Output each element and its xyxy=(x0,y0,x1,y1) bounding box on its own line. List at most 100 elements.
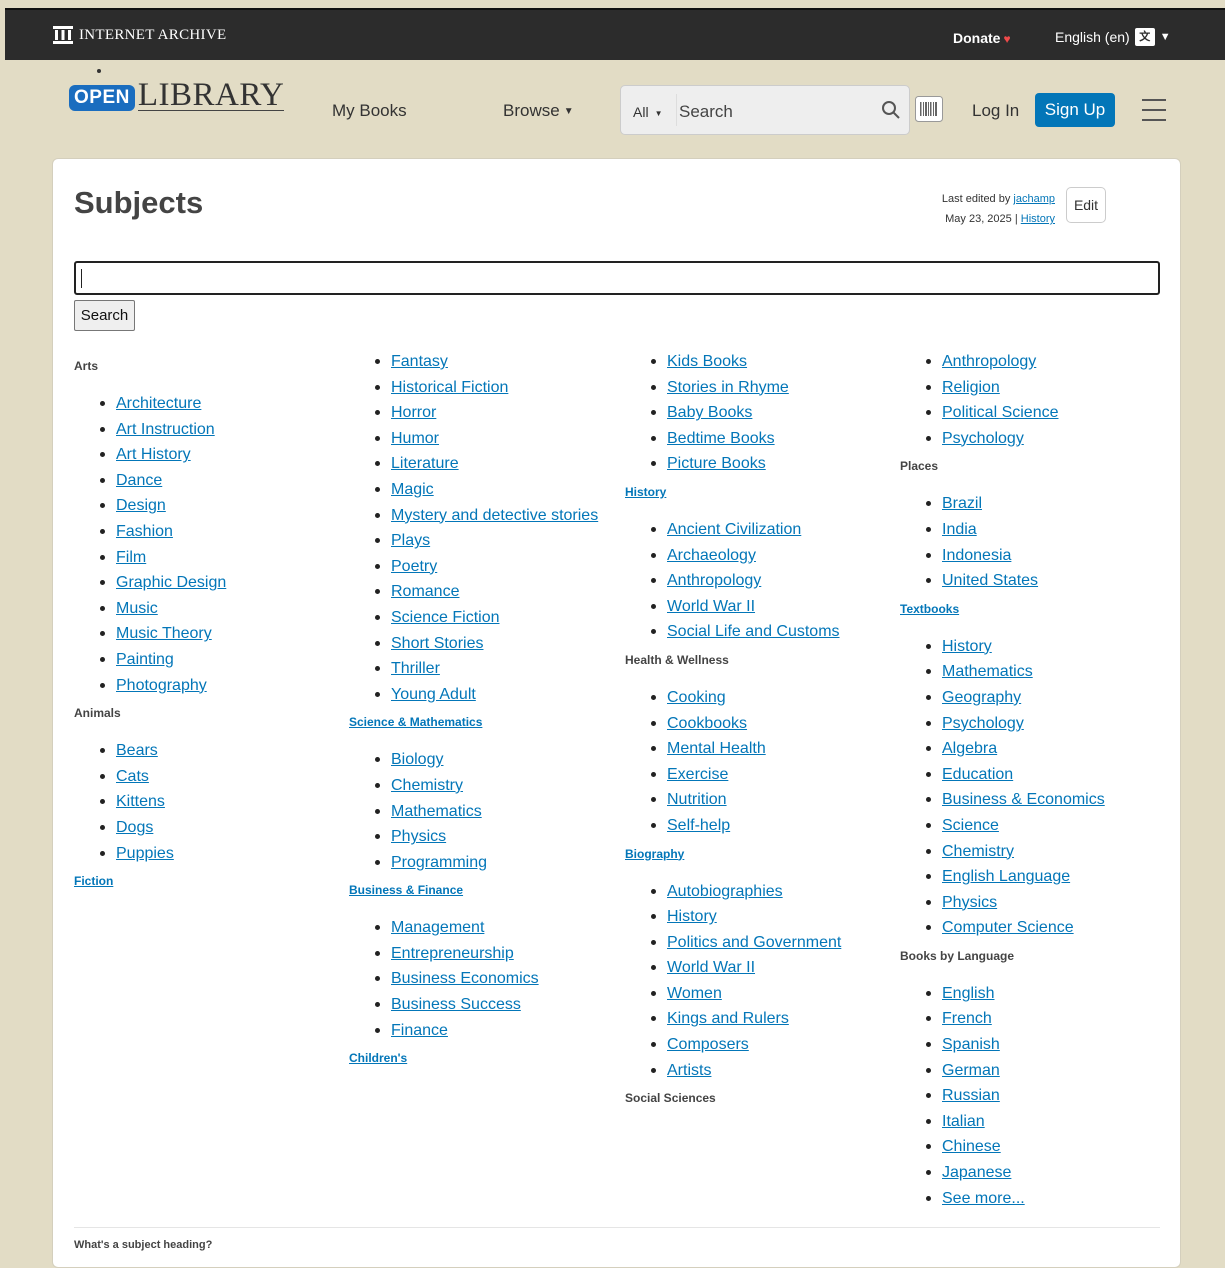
search-scope-select[interactable]: All ▼ xyxy=(633,104,662,120)
editor-user-link[interactable]: jachamp xyxy=(1013,193,1055,205)
subject-link-magic[interactable]: Magic xyxy=(391,481,434,498)
subject-link-mystery-and-detective-stories[interactable]: Mystery and detective stories xyxy=(391,507,598,524)
subject-link-management[interactable]: Management xyxy=(391,919,484,936)
subject-link-education[interactable]: Education xyxy=(942,766,1013,783)
subject-link-chinese[interactable]: Chinese xyxy=(942,1138,1001,1155)
subject-link-young-adult[interactable]: Young Adult xyxy=(391,686,476,703)
subject-link-nutrition[interactable]: Nutrition xyxy=(667,791,727,808)
subject-link-social-life-and-customs[interactable]: Social Life and Customs xyxy=(667,623,840,640)
category-heading-biography[interactable]: Biography xyxy=(625,845,885,863)
subject-link-baby-books[interactable]: Baby Books xyxy=(667,404,752,421)
open-library-logo[interactable]: OPEN LIBRARY xyxy=(69,69,285,112)
subject-link-graphic-design[interactable]: Graphic Design xyxy=(116,574,226,591)
subject-link-history[interactable]: History xyxy=(942,638,992,655)
my-books-link[interactable]: My Books xyxy=(332,101,407,121)
subject-link-kittens[interactable]: Kittens xyxy=(116,793,165,810)
subject-link-german[interactable]: German xyxy=(942,1062,1000,1079)
subject-search-input[interactable] xyxy=(74,261,1160,295)
subject-link-finance[interactable]: Finance xyxy=(391,1022,448,1039)
subject-link-stories-in-rhyme[interactable]: Stories in Rhyme xyxy=(667,379,789,396)
login-link[interactable]: Log In xyxy=(972,101,1019,121)
history-link[interactable]: History xyxy=(1021,213,1055,225)
subject-link-world-war-ii[interactable]: World War II xyxy=(667,598,755,615)
subject-link-business-success[interactable]: Business Success xyxy=(391,996,521,1013)
subject-link-see-more[interactable]: See more... xyxy=(942,1190,1025,1207)
category-heading-textbooks[interactable]: Textbooks xyxy=(900,600,1160,618)
donate-link[interactable]: Donate ♥ xyxy=(953,30,1011,46)
subject-link-japanese[interactable]: Japanese xyxy=(942,1164,1011,1181)
signup-button[interactable]: Sign Up xyxy=(1035,93,1115,127)
subject-link-archaeology[interactable]: Archaeology xyxy=(667,547,756,564)
subject-link-puppies[interactable]: Puppies xyxy=(116,845,174,862)
subject-link-physics[interactable]: Physics xyxy=(942,894,997,911)
subject-link-architecture[interactable]: Architecture xyxy=(116,395,201,412)
subject-link-poetry[interactable]: Poetry xyxy=(391,558,437,575)
subject-link-chemistry[interactable]: Chemistry xyxy=(391,777,463,794)
subject-link-cats[interactable]: Cats xyxy=(116,768,149,785)
subject-link-bears[interactable]: Bears xyxy=(116,742,158,759)
subject-link-kings-and-rulers[interactable]: Kings and Rulers xyxy=(667,1010,789,1027)
barcode-scanner-icon[interactable] xyxy=(915,96,943,127)
subject-link-business-economics[interactable]: Business Economics xyxy=(391,970,539,987)
subject-link-anthropology[interactable]: Anthropology xyxy=(942,353,1036,370)
subject-link-brazil[interactable]: Brazil xyxy=(942,495,982,512)
category-heading-children-s[interactable]: Children's xyxy=(349,1049,609,1067)
subject-link-business-and-economics[interactable]: Business & Economics xyxy=(942,791,1105,808)
subject-link-italian[interactable]: Italian xyxy=(942,1113,985,1130)
subject-link-painting[interactable]: Painting xyxy=(116,651,174,668)
subject-link-english[interactable]: English xyxy=(942,985,994,1002)
subject-link-self-help[interactable]: Self-help xyxy=(667,817,730,834)
subject-link-design[interactable]: Design xyxy=(116,497,166,514)
subject-link-plays[interactable]: Plays xyxy=(391,532,430,549)
subject-link-russian[interactable]: Russian xyxy=(942,1087,1000,1104)
subject-link-computer-science[interactable]: Computer Science xyxy=(942,919,1074,936)
subject-link-algebra[interactable]: Algebra xyxy=(942,740,997,757)
language-selector[interactable]: English (en) 文 ▼ xyxy=(1055,28,1171,46)
subject-link-entrepreneurship[interactable]: Entrepreneurship xyxy=(391,945,514,962)
category-heading-fiction[interactable]: Fiction xyxy=(74,872,334,890)
subject-link-indonesia[interactable]: Indonesia xyxy=(942,547,1011,564)
subject-link-bedtime-books[interactable]: Bedtime Books xyxy=(667,430,775,447)
subject-link-science[interactable]: Science xyxy=(942,817,999,834)
subject-link-geography[interactable]: Geography xyxy=(942,689,1021,706)
subject-link-programming[interactable]: Programming xyxy=(391,854,487,871)
subject-link-art-instruction[interactable]: Art Instruction xyxy=(116,421,215,438)
subject-link-mathematics[interactable]: Mathematics xyxy=(942,663,1033,680)
subject-link-humor[interactable]: Humor xyxy=(391,430,439,447)
subject-link-cooking[interactable]: Cooking xyxy=(667,689,726,706)
subject-link-physics[interactable]: Physics xyxy=(391,828,446,845)
edit-button[interactable]: Edit xyxy=(1066,187,1106,223)
subject-link-romance[interactable]: Romance xyxy=(391,583,459,600)
subject-link-fashion[interactable]: Fashion xyxy=(116,523,173,540)
subject-link-ancient-civilization[interactable]: Ancient Civilization xyxy=(667,521,801,538)
subject-link-composers[interactable]: Composers xyxy=(667,1036,749,1053)
category-heading-business-and-finance[interactable]: Business & Finance xyxy=(349,881,609,899)
internet-archive-logo[interactable]: INTERNET ARCHIVE xyxy=(53,26,226,44)
search-icon[interactable] xyxy=(881,100,901,125)
subject-link-religion[interactable]: Religion xyxy=(942,379,1000,396)
browse-menu[interactable]: Browse ▼ xyxy=(503,101,574,121)
subject-link-music-theory[interactable]: Music Theory xyxy=(116,625,212,642)
subject-link-cookbooks[interactable]: Cookbooks xyxy=(667,715,747,732)
subject-link-india[interactable]: India xyxy=(942,521,977,538)
subject-link-art-history[interactable]: Art History xyxy=(116,446,191,463)
subject-link-film[interactable]: Film xyxy=(116,549,146,566)
subject-link-psychology[interactable]: Psychology xyxy=(942,430,1024,447)
subject-link-women[interactable]: Women xyxy=(667,985,722,1002)
subject-link-history[interactable]: History xyxy=(667,908,717,925)
subject-link-chemistry[interactable]: Chemistry xyxy=(942,843,1014,860)
subject-link-horror[interactable]: Horror xyxy=(391,404,436,421)
subject-link-world-war-ii[interactable]: World War II xyxy=(667,959,755,976)
subject-link-photography[interactable]: Photography xyxy=(116,677,207,694)
subject-link-mental-health[interactable]: Mental Health xyxy=(667,740,766,757)
subject-link-autobiographies[interactable]: Autobiographies xyxy=(667,883,783,900)
subject-link-science-fiction[interactable]: Science Fiction xyxy=(391,609,500,626)
subject-link-anthropology[interactable]: Anthropology xyxy=(667,572,761,589)
subject-link-short-stories[interactable]: Short Stories xyxy=(391,635,483,652)
subject-link-literature[interactable]: Literature xyxy=(391,455,459,472)
subject-link-english-language[interactable]: English Language xyxy=(942,868,1070,885)
subject-link-historical-fiction[interactable]: Historical Fiction xyxy=(391,379,508,396)
subject-link-spanish[interactable]: Spanish xyxy=(942,1036,1000,1053)
subject-link-music[interactable]: Music xyxy=(116,600,158,617)
subject-link-psychology[interactable]: Psychology xyxy=(942,715,1024,732)
